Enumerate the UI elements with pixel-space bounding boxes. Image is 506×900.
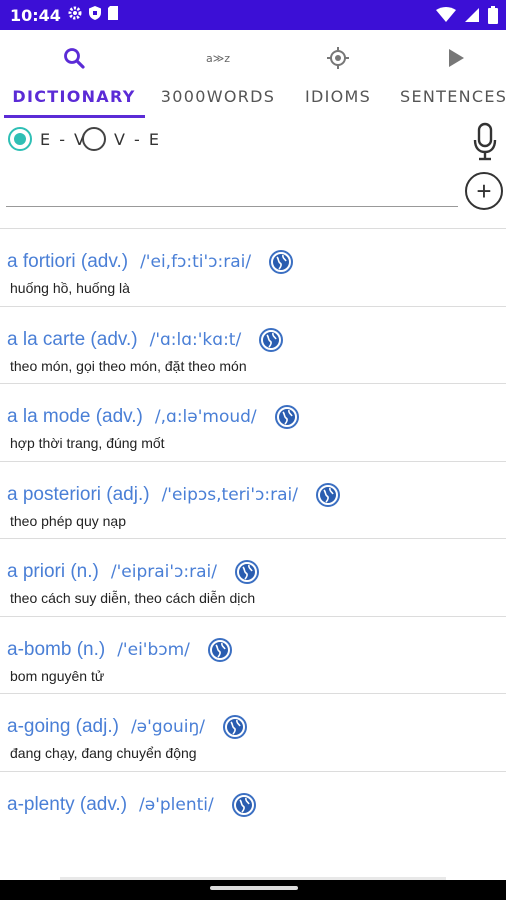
gear-icon: [67, 5, 83, 26]
entry-word: a fortiori (adv.): [7, 251, 129, 272]
entry-meaning: bom nguyên tử: [10, 667, 105, 684]
entry-phonetic: /'eiprai'ɔ:rai/: [110, 562, 217, 582]
entry-phonetic: /'ɑ:lɑ:'kɑ:t/: [149, 329, 242, 350]
entry-phonetic: /,ɑ:lə'moud/: [154, 407, 257, 427]
entry-meaning: theo phép quy nạp: [10, 512, 126, 529]
radio-v-e-circle[interactable]: [82, 127, 106, 151]
globe-speaker-icon[interactable]: [274, 405, 299, 429]
battery-icon: [488, 6, 498, 29]
search-underline: [6, 206, 458, 207]
target-icon: [324, 46, 352, 70]
shield-icon: [88, 5, 102, 26]
globe-speaker-icon[interactable]: [231, 792, 256, 817]
globe-speaker-icon[interactable]: [234, 560, 259, 584]
globe-speaker-icon[interactable]: [259, 327, 284, 352]
wifi-icon: [436, 7, 456, 28]
entry-meaning: theo cách suy diễn, theo cách diễn dịch: [10, 590, 256, 606]
play-icon: [442, 46, 470, 70]
entry-meaning: huống hồ, huống là: [10, 280, 130, 296]
tab-bar: DICTIONARY a≫z 3000WORDS IDIOMS SENTENCE…: [0, 30, 506, 118]
search-input[interactable]: [6, 170, 458, 204]
list-item[interactable]: a-plenty (adv.) /ə'plenti/: [0, 770, 506, 849]
globe-speaker-icon[interactable]: [315, 482, 340, 507]
a-z-icon: a≫z: [205, 51, 231, 65]
entry-phonetic: /ə'plenti/: [139, 794, 214, 815]
radio-e-v-circle[interactable]: [8, 127, 32, 151]
signal-icon: [464, 7, 480, 28]
radio-v-e-label: V - E: [114, 129, 161, 149]
entry-word: a-bomb (n.): [7, 638, 106, 660]
globe-speaker-icon[interactable]: [269, 250, 294, 274]
radio-e-v[interactable]: E - V: [8, 127, 87, 151]
entry-word: a-going (adj.): [7, 716, 119, 737]
entry-word: a-plenty (adv.): [7, 793, 128, 815]
list-item[interactable]: a la mode (adv.) /,ɑ:lə'moud/ hợp thời t…: [0, 383, 506, 461]
entry-word: a la carte (adv.): [7, 328, 138, 350]
globe-speaker-icon[interactable]: [207, 637, 232, 662]
tab-3000words[interactable]: a≫z 3000WORDS: [160, 30, 276, 118]
tab-sentences-label: SENTENCES: [400, 87, 506, 106]
entry-word: a posteriori (adj.): [7, 483, 150, 505]
tab-dictionary[interactable]: DICTIONARY: [12, 30, 136, 118]
list-item[interactable]: a posteriori (adj.) /'eipɔs,teri'ɔ:rai/ …: [0, 460, 506, 539]
entry-meaning: đang chạy, đang chuyển động: [10, 745, 197, 761]
search-controls: E - V V - E +: [0, 118, 506, 228]
entry-meaning: theo món, gọi theo món, đặt theo món: [10, 357, 247, 374]
entry-word: a priori (n.): [7, 561, 99, 582]
list-item[interactable]: a fortiori (adv.) /'ei,fɔ:ti'ɔ:rai/ huốn…: [0, 228, 506, 306]
entry-phonetic: /'ei'bɔm/: [117, 639, 190, 660]
list-item[interactable]: a-going (adj.) /ə'gouiŋ/ đang chạy, đang…: [0, 693, 506, 771]
microphone-icon[interactable]: [473, 122, 497, 167]
navigation-bar: [0, 880, 506, 900]
tab-dictionary-label: DICTIONARY: [12, 87, 136, 106]
entry-phonetic: /ə'gouiŋ/: [130, 717, 206, 737]
tab-idioms-label: IDIOMS: [304, 87, 372, 106]
radio-e-v-label: E - V: [40, 129, 87, 149]
list-item[interactable]: a priori (n.) /'eiprai'ɔ:rai/ theo cách …: [0, 538, 506, 616]
home-gesture-handle[interactable]: [210, 886, 298, 890]
tab-idioms[interactable]: IDIOMS: [302, 30, 374, 118]
sd-card-icon: [107, 5, 119, 26]
list-item[interactable]: a la carte (adv.) /'ɑ:lɑ:'kɑ:t/ theo món…: [0, 305, 506, 384]
search-icon: [60, 46, 88, 70]
dictionary-list[interactable]: a fortiori (adv.) /'ei,fɔ:ti'ɔ:rai/ huốn…: [0, 228, 506, 848]
radio-v-e[interactable]: V - E: [82, 127, 161, 151]
entry-meaning: hợp thời trang, đúng mốt: [10, 435, 165, 451]
entry-phonetic: /'ei,fɔ:ti'ɔ:rai/: [140, 252, 252, 272]
entry-word: a la mode (adv.): [7, 406, 143, 427]
globe-speaker-icon[interactable]: [223, 715, 248, 739]
entry-phonetic: /'eipɔs,teri'ɔ:rai/: [161, 484, 298, 505]
tab-sentences[interactable]: SENTENCES: [400, 30, 506, 118]
add-button[interactable]: +: [465, 172, 503, 210]
list-item[interactable]: a-bomb (n.) /'ei'bɔm/ bom nguyên tử: [0, 615, 506, 694]
status-bar: 10:44: [0, 0, 506, 30]
status-time: 10:44: [10, 5, 61, 25]
tab-3000words-label: 3000WORDS: [160, 87, 276, 106]
